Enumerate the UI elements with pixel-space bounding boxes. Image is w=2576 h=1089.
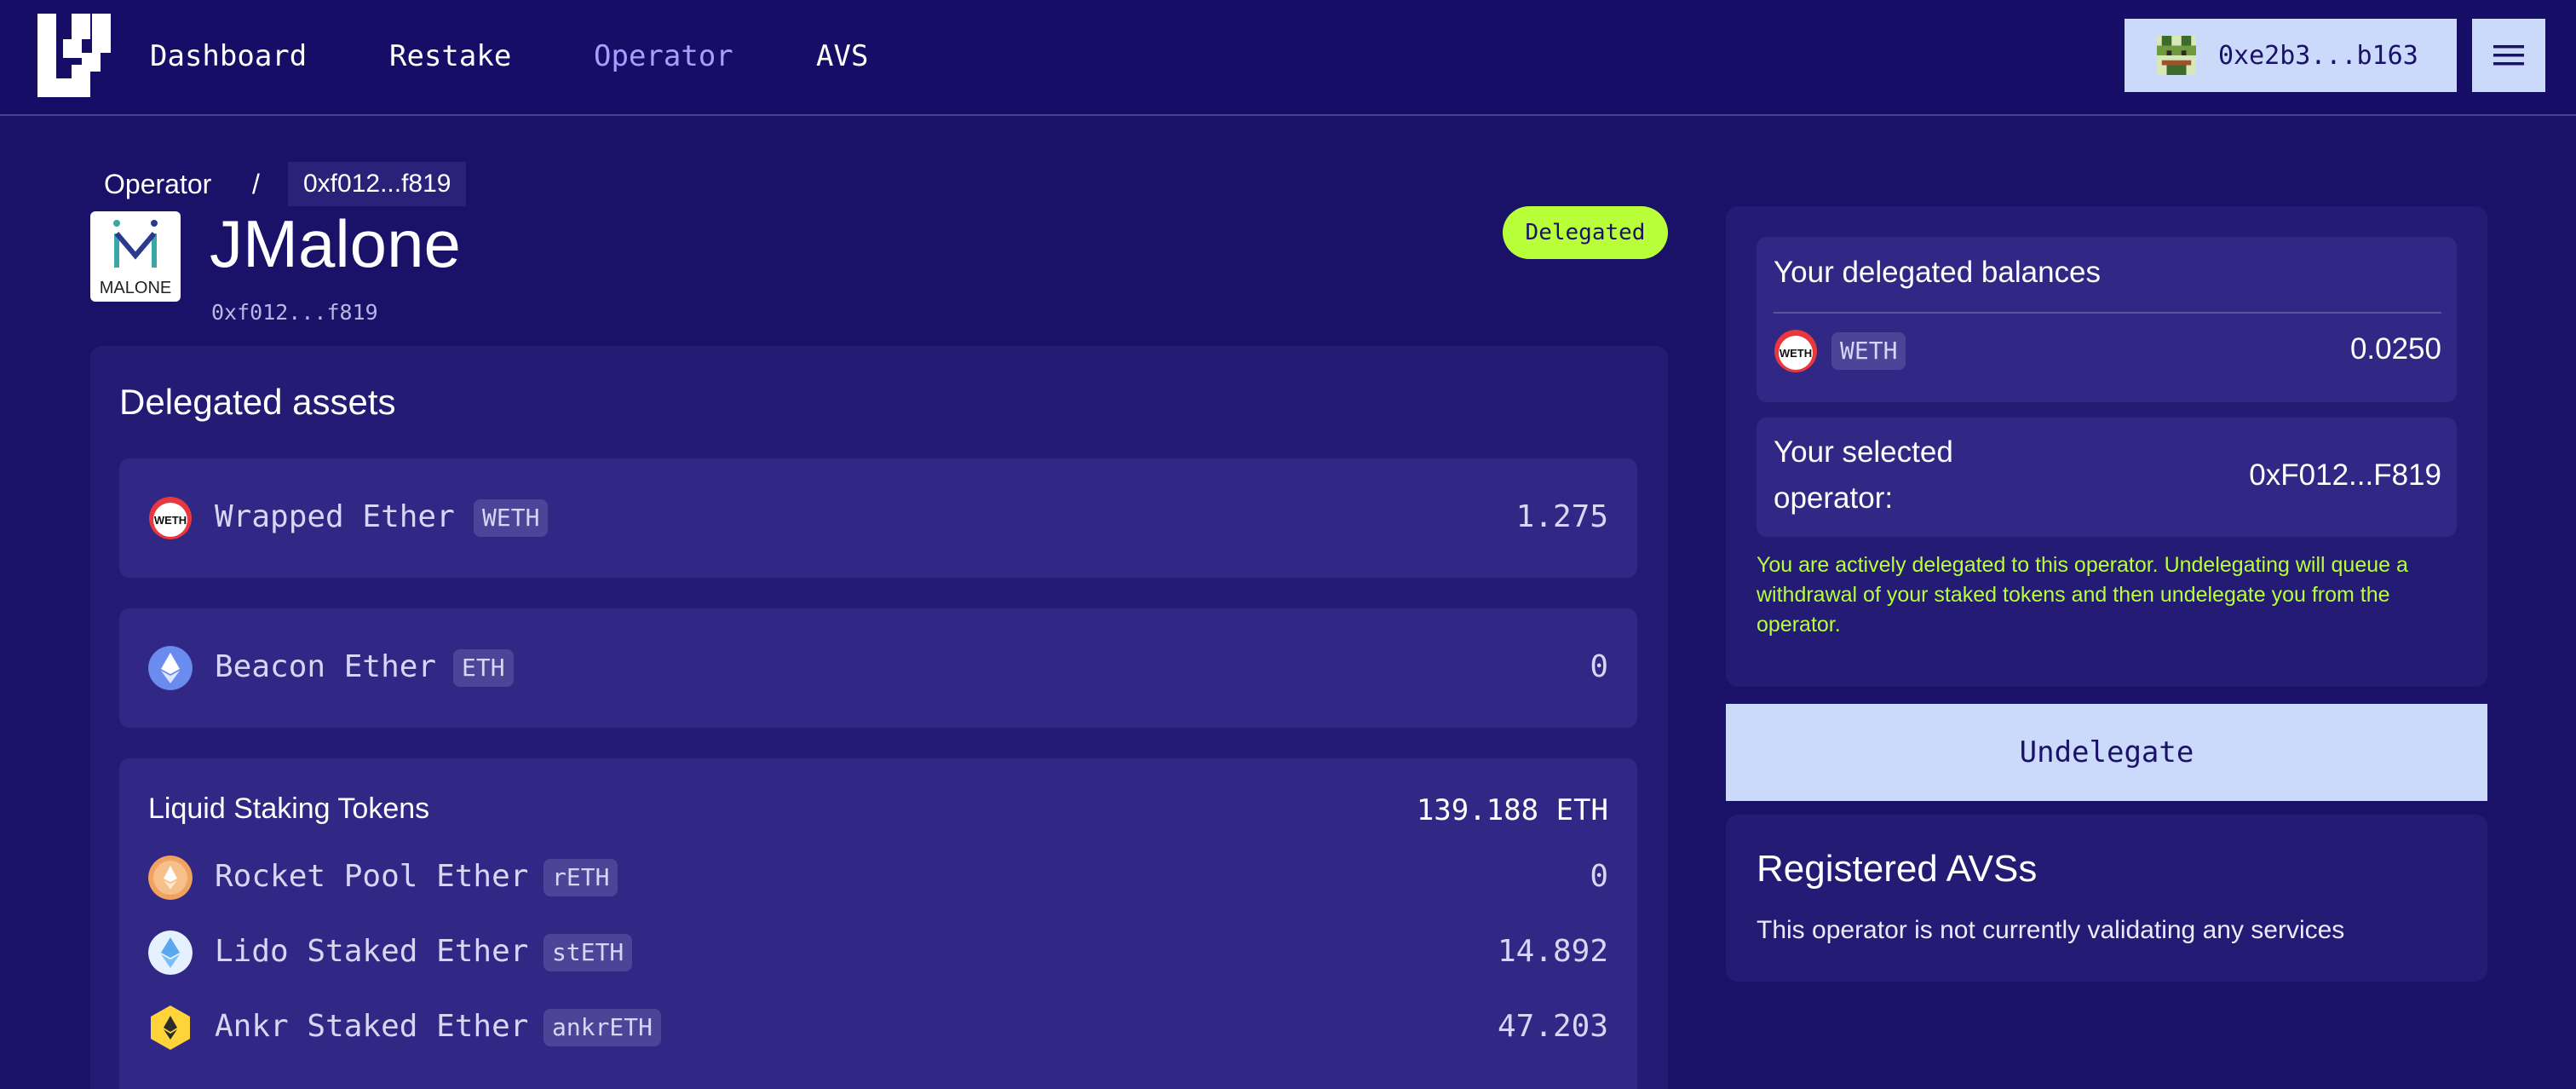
lst-total: 139.188 ETH (1416, 793, 1608, 827)
asset-symbol: WETH (474, 499, 549, 537)
hamburger-menu-icon (2493, 45, 2524, 66)
lst-amount: 0 (1590, 859, 1608, 894)
registered-avs-card (1726, 815, 2487, 982)
asset-name: Wrapped Ether (215, 499, 455, 534)
lst-name: Lido Staked Ether (215, 934, 529, 969)
nav-dashboard[interactable]: Dashboard (150, 34, 307, 78)
breadcrumb-separator: / (252, 169, 260, 199)
selected-operator-label: Your selected operator: (1774, 435, 1953, 515)
delegation-notice: You are actively delegated to this opera… (1757, 553, 2408, 637)
breadcrumb-operator-link[interactable]: Operator (104, 165, 211, 203)
asset-symbol: ETH (453, 649, 514, 687)
wallet-address: 0xe2b3...b163 (2218, 40, 2418, 71)
asset-name: Beacon Ether (215, 649, 437, 684)
wallet-avatar-icon (2157, 36, 2196, 75)
balance-symbol: WETH (1831, 332, 1906, 370)
eth-icon (148, 646, 193, 690)
lst-symbol: rETH (543, 859, 618, 896)
balance-amount: 0.0250 (2349, 332, 2441, 366)
operator-name: JMalone (210, 206, 461, 281)
malone-logo-icon: MALONE (100, 220, 171, 297)
lst-name: Rocket Pool Ether (215, 859, 529, 894)
status-badge: Delegated (1503, 206, 1668, 259)
registered-avs-text: This operator is not currently validatin… (1757, 916, 2345, 944)
reth-icon (148, 856, 193, 900)
nav-operator[interactable]: Operator (594, 34, 733, 78)
lst-symbol: stETH (543, 934, 633, 971)
weth-icon: WETH (149, 497, 192, 539)
ankreth-icon (151, 1005, 190, 1050)
registered-avs-title: Registered AVSs (1757, 848, 2038, 890)
steth-icon (148, 931, 193, 975)
lst-symbol: ankrETH (543, 1009, 662, 1046)
menu-button[interactable] (2472, 19, 2545, 92)
svg-text:WETH: WETH (154, 514, 187, 527)
undelegate-button[interactable]: Undelegate (1726, 704, 2487, 801)
divider (1774, 312, 2441, 314)
top-nav-bar: Dashboard Restake Operator AVS 0xe2b3...… (0, 0, 2576, 116)
svg-text:WETH: WETH (1780, 347, 1812, 360)
nav-avs[interactable]: AVS (816, 34, 868, 78)
operator-address: 0xf012...f819 (211, 300, 378, 325)
lst-name: Ankr Staked Ether (215, 1009, 529, 1044)
asset-amount: 0 (1590, 649, 1608, 684)
selected-operator-address: 0xF012...F819 (2249, 458, 2441, 492)
delegated-balances-title: Your delegated balances (1774, 256, 2102, 289)
wallet-button[interactable]: 0xe2b3...b163 (2125, 19, 2457, 92)
delegated-assets-title: Delegated assets (119, 382, 396, 422)
asset-amount: 1.275 (1515, 499, 1608, 534)
lst-amount: 14.892 (1497, 934, 1608, 969)
nav-restake[interactable]: Restake (389, 34, 511, 78)
operator-logo-text: MALONE (100, 279, 171, 297)
weth-icon: WETH (1774, 330, 1817, 372)
lst-title: Liquid Staking Tokens (148, 792, 430, 825)
breadcrumb-current: 0xf012...f819 (288, 162, 467, 206)
lst-amount: 47.203 (1497, 1009, 1608, 1044)
eigenlayer-logo-icon[interactable] (37, 14, 111, 97)
operator-logo: MALONE (90, 211, 181, 302)
